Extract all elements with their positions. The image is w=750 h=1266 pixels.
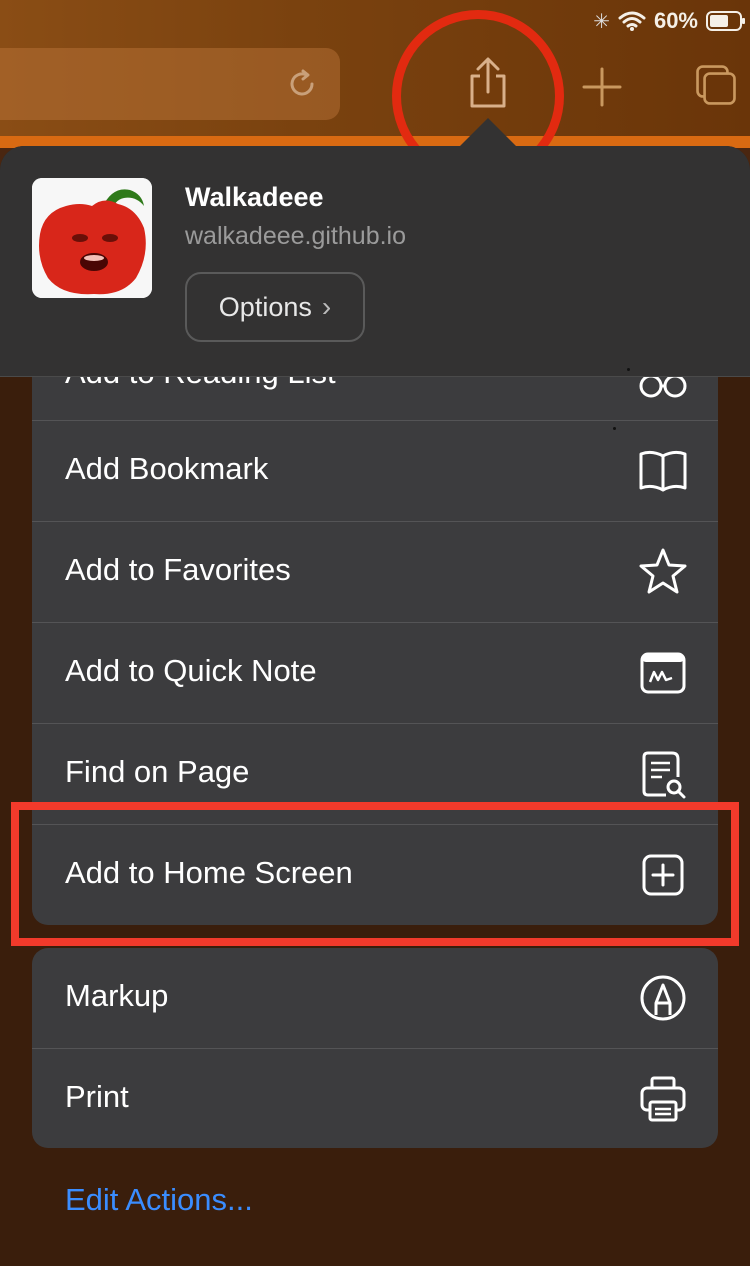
tabs-icon[interactable]: [694, 58, 738, 112]
plus-icon[interactable]: [580, 60, 624, 114]
action-label: Add to Favorites: [65, 552, 291, 587]
action-label: Markup: [65, 978, 169, 1013]
action-label: Find on Page: [65, 754, 250, 789]
action-add-bookmark[interactable]: Add Bookmark: [32, 421, 718, 522]
action-label: Add to Reading List: [65, 377, 336, 391]
battery-percent: 60%: [653, 8, 698, 33]
find-on-page-icon: [642, 751, 686, 799]
options-button[interactable]: Options ›: [185, 272, 365, 342]
wifi-icon: [618, 11, 646, 31]
markup-pen-icon: [640, 975, 686, 1021]
site-thumbnail: [32, 178, 152, 298]
reload-icon[interactable]: [284, 66, 320, 102]
star-icon: [639, 548, 687, 594]
glasses-icon: [639, 377, 687, 398]
site-title: Walkadeee: [185, 182, 324, 212]
edit-actions-link[interactable]: Edit Actions...: [65, 1182, 253, 1218]
action-add-to-quick-note[interactable]: Add to Quick Note: [32, 623, 718, 724]
action-add-to-reading-list[interactable]: Add to Reading List: [32, 377, 718, 421]
share-actions-group-2: Markup Print: [32, 948, 718, 1148]
speck: [627, 368, 630, 371]
action-label: Add to Quick Note: [65, 653, 317, 688]
status-bar: ✳ 60%: [593, 6, 745, 36]
annotation-highlight-box: [11, 802, 739, 946]
share-sheet-header: Walkadeee walkadeee.github.io Options ›: [0, 146, 750, 377]
action-print[interactable]: Print: [32, 1049, 718, 1148]
action-label: Add Bookmark: [65, 451, 269, 486]
action-markup[interactable]: Markup: [32, 948, 718, 1049]
activity-spinner-icon: ✳: [593, 10, 610, 33]
speck: [613, 427, 616, 430]
printer-icon: [640, 1076, 686, 1122]
quick-note-icon: [640, 652, 686, 694]
action-add-to-favorites[interactable]: Add to Favorites: [32, 522, 718, 623]
battery-icon: [706, 11, 745, 31]
popover-pointer: [458, 118, 518, 148]
address-bar[interactable]: [0, 48, 340, 120]
chevron-right-icon: ›: [321, 291, 332, 322]
action-label: Print: [65, 1079, 129, 1114]
options-label: Options: [218, 291, 312, 322]
site-url: walkadeee.github.io: [185, 222, 406, 250]
book-icon: [639, 450, 687, 492]
